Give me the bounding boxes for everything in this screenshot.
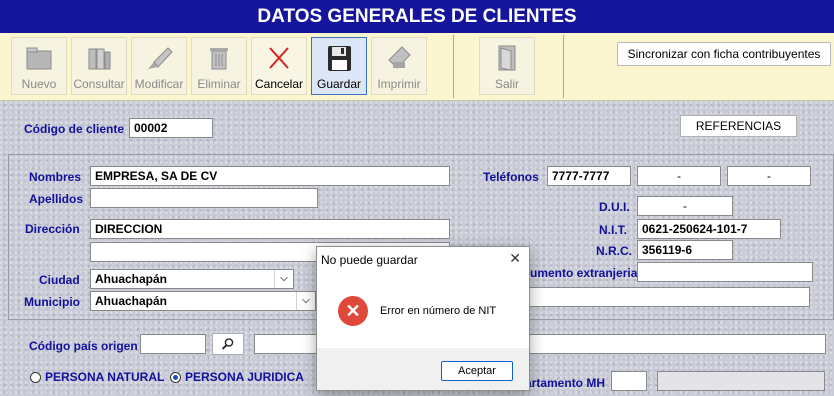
apellidos-input[interactable]: [90, 188, 318, 208]
municipio-select[interactable]: Ahuachapán ⌵: [90, 291, 316, 311]
nombres-input[interactable]: EMPRESA, SA DE CV: [90, 166, 450, 186]
aceptar-button[interactable]: Aceptar: [441, 361, 513, 381]
municipio-value: Ahuachapán: [95, 294, 168, 308]
nrc-label: N.R.C.: [596, 244, 632, 258]
dialog-footer: Aceptar: [317, 348, 529, 390]
consultar-label: Consultar: [73, 77, 125, 91]
cancelar-label: Cancelar: [254, 77, 304, 91]
chevron-down-icon[interactable]: ⌵: [274, 270, 293, 288]
departamento-label: artamento MH: [525, 376, 606, 390]
close-icon[interactable]: ✕: [509, 250, 521, 267]
consultar-button[interactable]: Consultar: [71, 37, 127, 95]
documento-extranjeria-label: umento extranjeria: [530, 266, 638, 280]
error-circle-icon: ✕: [338, 296, 368, 326]
ciudad-value: Ahuachapán: [95, 272, 168, 286]
codigo-pais-label: Código país origen: [29, 339, 138, 353]
eliminar-label: Eliminar: [197, 77, 241, 91]
nombres-label: Nombres: [29, 170, 82, 184]
dui-input[interactable]: -: [637, 196, 733, 216]
cancel-x-icon: [269, 47, 289, 69]
modificar-label: Modificar: [134, 77, 184, 91]
nuevo-label: Nuevo: [21, 77, 57, 91]
persona-natural-radio[interactable]: [30, 372, 41, 383]
codigo-cliente-label: Código de cliente: [24, 122, 125, 136]
toolbar-separator: [453, 35, 454, 98]
guardar-button[interactable]: Guardar: [311, 37, 367, 95]
nuevo-button[interactable]: Nuevo: [11, 37, 67, 95]
pen-icon: [148, 47, 173, 69]
salir-button[interactable]: Salir: [479, 37, 535, 95]
guardar-label: Guardar: [316, 77, 362, 91]
referencias-button[interactable]: REFERENCIAS: [680, 115, 797, 137]
toolbar-separator: [563, 35, 564, 98]
dialog-message: Error en número de NIT: [380, 305, 497, 317]
telefonos-label: Teléfonos: [483, 170, 539, 184]
persona-juridica-label[interactable]: PERSONA JURIDICA: [185, 370, 304, 384]
nrc-input[interactable]: 356119-6: [637, 240, 733, 260]
codigo-cliente-input[interactable]: 00002: [129, 118, 213, 138]
persona-juridica-radio[interactable]: [170, 372, 181, 383]
sincronizar-button[interactable]: Sincronizar con ficha contribuyentes: [617, 42, 831, 66]
floppy-disk-icon: [328, 46, 351, 71]
dui-label: D.U.I.: [599, 200, 630, 214]
imprimir-button[interactable]: Imprimir: [371, 37, 427, 95]
departamento-input[interactable]: [611, 371, 647, 391]
nit-label: N.I.T.: [599, 223, 628, 237]
municipio-label: Municipio: [24, 295, 80, 309]
dialog-title: No puede guardar: [321, 253, 418, 267]
documento-extranjeria-input[interactable]: [637, 262, 813, 282]
door-exit-icon: [498, 45, 516, 71]
nit-input[interactable]: 0621-250624-101-7: [637, 219, 781, 239]
search-icon: [221, 338, 234, 350]
telefono3-input[interactable]: -: [727, 166, 811, 186]
persona-natural-label[interactable]: PERSONA NATURAL: [45, 370, 164, 384]
direccion-label: Dirección: [25, 222, 80, 236]
telefono2-input[interactable]: -: [637, 166, 721, 186]
window-title: DATOS GENERALES DE CLIENTES: [0, 0, 834, 33]
error-dialog: No puede guardar ✕ ✕ Error en número de …: [316, 246, 530, 391]
ciudad-select[interactable]: Ahuachapán ⌵: [90, 269, 294, 289]
eliminar-button[interactable]: Eliminar: [191, 37, 247, 95]
telefono1-input[interactable]: 7777-7777: [547, 166, 631, 186]
trash-icon: [210, 48, 228, 70]
cancelar-button[interactable]: Cancelar: [251, 37, 307, 95]
codigo-pais-input[interactable]: [140, 334, 206, 354]
direccion-input[interactable]: DIRECCION: [90, 219, 450, 239]
modificar-button[interactable]: Modificar: [131, 37, 187, 95]
books-icon: [88, 48, 111, 70]
extra-input[interactable]: [522, 287, 810, 307]
ciudad-label: Ciudad: [39, 273, 80, 287]
apellidos-label: Apellidos: [29, 192, 84, 206]
imprimir-label: Imprimir: [377, 77, 421, 91]
search-button[interactable]: [212, 333, 244, 355]
folder-icon: [26, 47, 52, 70]
printer-icon: [388, 46, 411, 69]
chevron-down-icon[interactable]: ⌵: [296, 292, 315, 310]
departamento-nombre-input: [657, 371, 825, 391]
salir-label: Salir: [494, 77, 519, 91]
